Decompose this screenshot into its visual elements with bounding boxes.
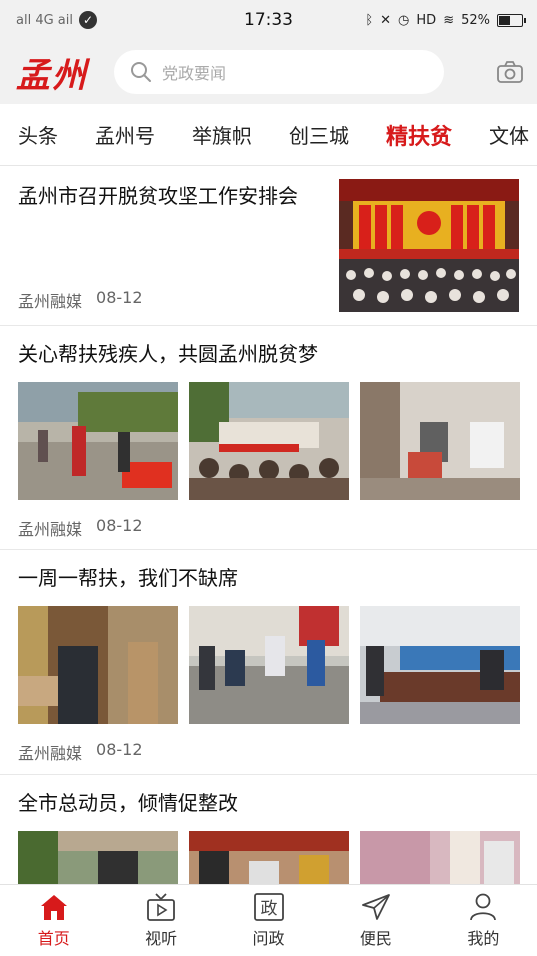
article-thumbnail bbox=[360, 831, 520, 884]
tab-chuangsancheng[interactable]: 创三城 bbox=[289, 120, 349, 149]
user-icon bbox=[470, 893, 497, 921]
article-meta: 孟州融媒 08-12 bbox=[18, 516, 519, 550]
status-bar: all 4G ail ✓ 17:33 ᛒ ✕ ◷ HD ≋ 52% bbox=[0, 0, 537, 40]
app-header: 孟州 党政要闻 bbox=[0, 40, 537, 104]
article-images bbox=[18, 606, 520, 724]
article-thumbnail bbox=[189, 606, 349, 724]
alarm-icon: ◷ bbox=[398, 12, 410, 28]
article-title: 关心帮扶残疾人，共圆孟州脱贫梦 bbox=[18, 342, 318, 366]
battery-percent: 52% bbox=[461, 12, 490, 28]
camera-icon bbox=[497, 61, 523, 83]
nav-label: 视听 bbox=[145, 929, 178, 948]
article-card[interactable]: 一周一帮扶，我们不缺席 孟州融媒 08-12 bbox=[0, 550, 537, 775]
article-date: 08-12 bbox=[96, 740, 143, 759]
article-date: 08-12 bbox=[96, 288, 143, 307]
article-card[interactable]: 全市总动员，倾情促整改 bbox=[0, 775, 537, 884]
article-source: 孟州融媒 bbox=[18, 292, 83, 311]
nav-label: 我的 bbox=[467, 929, 500, 948]
home-icon bbox=[40, 895, 67, 920]
article-meta: 孟州融媒 08-12 bbox=[18, 288, 143, 312]
signal-text: all 4G ail bbox=[16, 12, 73, 28]
hd-label: HD bbox=[416, 12, 437, 28]
nav-video[interactable]: 视听 bbox=[107, 885, 214, 956]
article-thumbnail bbox=[339, 179, 519, 312]
article-thumbnail bbox=[360, 606, 520, 724]
article-thumbnail bbox=[18, 382, 178, 500]
zheng-icon: 政 bbox=[253, 893, 284, 921]
nav-bianmin[interactable]: 便民 bbox=[322, 885, 429, 956]
bluetooth-icon: ᛒ bbox=[365, 12, 374, 28]
nav-label: 问政 bbox=[252, 929, 285, 948]
tab-wenti[interactable]: 文体 bbox=[489, 120, 529, 149]
bottom-nav: 首页 视听 政 问政 便民 我的 bbox=[0, 884, 537, 956]
check-icon: ✓ bbox=[79, 11, 97, 29]
article-date: 08-12 bbox=[96, 516, 143, 535]
send-icon bbox=[362, 894, 390, 920]
article-thumbnail bbox=[18, 606, 178, 724]
nav-label: 便民 bbox=[359, 929, 392, 948]
camera-button[interactable] bbox=[495, 57, 525, 87]
article-card[interactable]: 关心帮扶残疾人，共圆孟州脱贫梦 孟州融媒 08-12 bbox=[0, 326, 537, 550]
status-left: all 4G ail ✓ bbox=[16, 11, 97, 29]
search-input[interactable]: 党政要闻 bbox=[114, 50, 444, 94]
article-thumbnail bbox=[18, 831, 178, 884]
tab-jingfupin[interactable]: 精扶贫 bbox=[386, 119, 452, 151]
mute-icon: ✕ bbox=[380, 12, 392, 28]
article-thumbnail bbox=[189, 382, 349, 500]
article-thumbnail bbox=[360, 382, 520, 500]
search-placeholder: 党政要闻 bbox=[162, 64, 227, 83]
status-time: 17:33 bbox=[244, 10, 293, 30]
nav-label: 首页 bbox=[37, 929, 70, 948]
tab-mengzhouhao[interactable]: 孟州号 bbox=[95, 120, 155, 149]
tab-toutiao[interactable]: 头条 bbox=[18, 120, 58, 149]
nav-mine[interactable]: 我的 bbox=[430, 885, 537, 956]
article-thumbnail bbox=[189, 831, 349, 884]
wifi-icon: ≋ bbox=[443, 12, 455, 28]
app-logo: 孟州 bbox=[16, 55, 88, 96]
battery-icon bbox=[497, 13, 526, 27]
article-title: 孟州市召开脱贫攻坚工作安排会 bbox=[18, 184, 298, 208]
status-right: ᛒ ✕ ◷ HD ≋ 52% bbox=[365, 12, 526, 28]
news-feed: 孟州市召开脱贫攻坚工作安排会 孟州融媒 08-12 关心帮扶残疾人，共圆孟州脱贫… bbox=[0, 166, 537, 884]
article-images bbox=[18, 831, 520, 884]
zheng-glyph: 政 bbox=[260, 899, 277, 919]
search-icon bbox=[131, 62, 151, 82]
article-title: 全市总动员，倾情促整改 bbox=[18, 791, 238, 815]
nav-wenzheng[interactable]: 政 问政 bbox=[215, 885, 322, 956]
nav-home[interactable]: 首页 bbox=[0, 885, 107, 956]
article-source: 孟州融媒 bbox=[18, 744, 83, 763]
article-meta: 孟州融媒 08-12 bbox=[18, 740, 519, 774]
category-tabs: 头条 孟州号 举旗帜 创三城 精扶贫 文体 bbox=[0, 104, 537, 166]
article-card[interactable]: 孟州市召开脱贫攻坚工作安排会 孟州融媒 08-12 bbox=[0, 166, 537, 326]
article-source: 孟州融媒 bbox=[18, 520, 83, 539]
article-title: 一周一帮扶，我们不缺席 bbox=[18, 566, 238, 590]
article-images bbox=[18, 382, 520, 500]
tab-juqizhi[interactable]: 举旗帜 bbox=[192, 120, 252, 149]
tv-icon bbox=[147, 893, 176, 921]
